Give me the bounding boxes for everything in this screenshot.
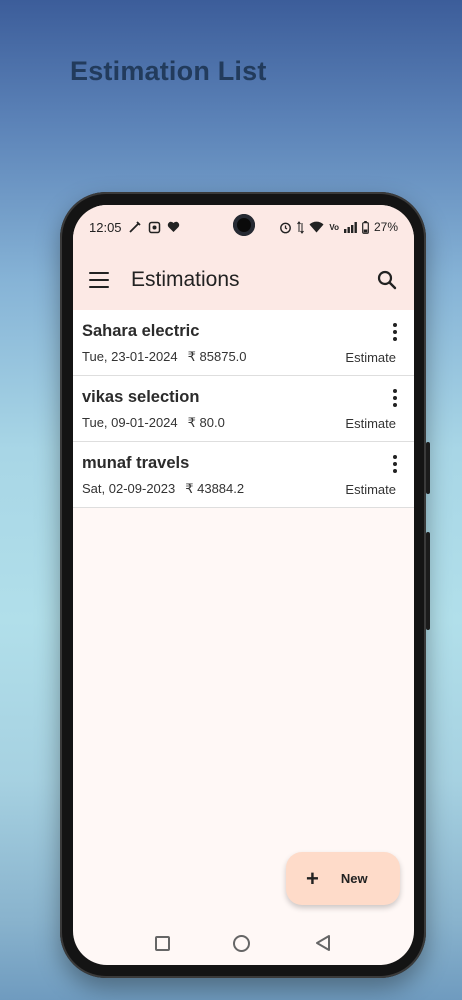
heart-icon [167, 221, 179, 232]
estimation-type: Estimate [345, 482, 396, 497]
estimation-date: Tue, 09-01-2024 [82, 415, 178, 430]
app-bar: Estimations [73, 249, 414, 310]
system-nav-bar [73, 921, 414, 965]
estimation-name: vikas selection [82, 388, 200, 406]
more-options-icon[interactable] [392, 389, 398, 407]
data-arrows-icon [297, 220, 305, 234]
menu-icon[interactable] [89, 271, 109, 288]
app-bar-title: Estimations [131, 267, 240, 291]
estimation-row[interactable]: munaf travels Sat, 02-09-2023 ₹ 43884.2 … [73, 442, 414, 508]
headline: Estimation List [70, 56, 267, 86]
power-button [426, 532, 430, 630]
back-icon[interactable] [314, 934, 332, 952]
recents-icon[interactable] [154, 935, 170, 951]
new-button-label: New [340, 871, 368, 886]
estimation-type: Estimate [345, 416, 396, 431]
camera-cutout [233, 214, 255, 236]
home-icon[interactable] [233, 934, 251, 952]
estimation-name: Sahara electric [82, 322, 200, 340]
estimation-amount: ₹ 85875.0 [187, 349, 247, 364]
estimation-name: munaf travels [82, 454, 190, 472]
estimation-date: Sat, 02-09-2023 [82, 481, 176, 496]
plus-icon: + [306, 865, 319, 891]
volte-icon: Vo [329, 222, 339, 232]
capture-icon [148, 221, 160, 233]
status-bar: 12:05 Vo 27% [73, 205, 414, 249]
status-time: 12:05 [89, 219, 122, 235]
estimation-date: Tue, 23-01-2024 [82, 349, 178, 364]
estimation-row[interactable]: vikas selection Tue, 09-01-2024 ₹ 80.0 E… [73, 376, 414, 442]
wifi-icon [309, 221, 324, 233]
battery-icon [362, 220, 369, 234]
pen-icon [128, 221, 141, 233]
estimation-amount: ₹ 80.0 [187, 415, 225, 430]
alarm-icon [280, 222, 292, 233]
estimation-type: Estimate [345, 350, 396, 365]
estimation-list: Sahara electric Tue, 23-01-2024 ₹ 85875.… [73, 310, 414, 508]
battery-percent: 27% [373, 220, 398, 234]
estimation-row[interactable]: Sahara electric Tue, 23-01-2024 ₹ 85875.… [73, 310, 414, 376]
new-estimation-button[interactable]: + New [286, 852, 400, 905]
volume-button [426, 442, 430, 494]
search-icon[interactable] [376, 269, 398, 291]
estimation-amount: ₹ 43884.2 [185, 481, 245, 496]
more-options-icon[interactable] [392, 323, 398, 341]
signal-icon [343, 221, 357, 233]
phone-screen: 12:05 Vo 27% Estimations Sahara electric… [73, 205, 414, 965]
more-options-icon[interactable] [392, 455, 398, 473]
